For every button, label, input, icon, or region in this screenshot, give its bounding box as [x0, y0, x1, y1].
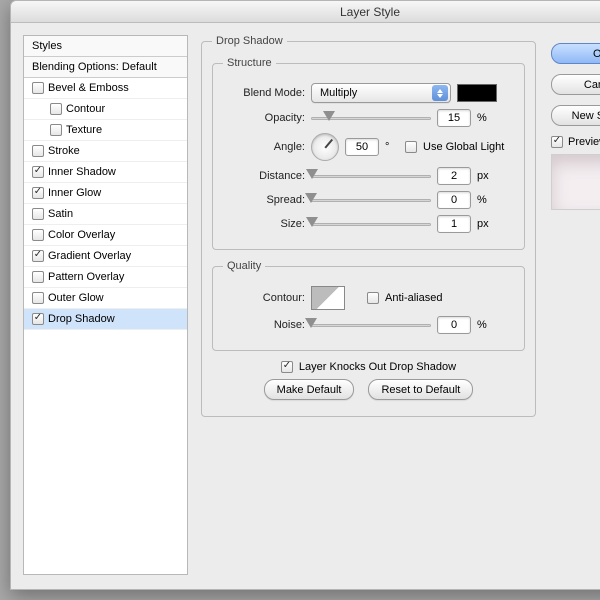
new-style-button[interactable]: New Style...: [551, 105, 600, 126]
sidebar-checkbox[interactable]: [50, 124, 62, 136]
quality-group: Quality Contour: Anti-aliased Noise: %: [212, 260, 525, 351]
sidebar-item-label: Inner Shadow: [48, 166, 116, 178]
sidebar-checkbox[interactable]: [50, 103, 62, 115]
sidebar-checkbox[interactable]: [32, 187, 44, 199]
sidebar-checkbox[interactable]: [32, 250, 44, 262]
distance-label: Distance:: [223, 170, 305, 182]
ok-button[interactable]: OK: [551, 43, 600, 64]
distance-input[interactable]: [437, 167, 471, 185]
sidebar-item-texture[interactable]: Texture: [24, 120, 187, 141]
angle-dial[interactable]: [311, 133, 339, 161]
sidebar-item-outer-glow[interactable]: Outer Glow: [24, 288, 187, 309]
noise-slider[interactable]: [311, 318, 431, 332]
sidebar-checkbox[interactable]: [32, 292, 44, 304]
size-label: Size:: [223, 218, 305, 230]
window-title: Layer Style: [340, 5, 400, 19]
shadow-color-swatch[interactable]: [457, 84, 497, 102]
sidebar-item-label: Drop Shadow: [48, 313, 115, 325]
opacity-slider[interactable]: [311, 111, 431, 125]
sidebar-checkbox[interactable]: [32, 166, 44, 178]
reset-default-button[interactable]: Reset to Default: [368, 379, 473, 400]
blend-mode-value: Multiply: [320, 87, 357, 99]
sidebar-item-label: Texture: [66, 124, 102, 136]
drop-shadow-group: Drop Shadow Structure Blend Mode: Multip…: [201, 35, 536, 417]
sidebar-checkbox[interactable]: [32, 82, 44, 94]
angle-unit: °: [385, 141, 399, 153]
sidebar-item-label: Contour: [66, 103, 105, 115]
size-unit: px: [477, 218, 491, 230]
sidebar-header-styles[interactable]: Styles: [24, 36, 187, 57]
sidebar-item-stroke[interactable]: Stroke: [24, 141, 187, 162]
size-slider[interactable]: [311, 217, 431, 231]
sidebar-checkbox[interactable]: [32, 145, 44, 157]
global-light-label: Use Global Light: [423, 141, 504, 153]
angle-input[interactable]: [345, 138, 379, 156]
sidebar-item-label: Pattern Overlay: [48, 271, 124, 283]
sidebar-item-bevel-emboss[interactable]: Bevel & Emboss: [24, 78, 187, 99]
structure-group: Structure Blend Mode: Multiply Opacity:: [212, 57, 525, 250]
sidebar-item-inner-glow[interactable]: Inner Glow: [24, 183, 187, 204]
title-bar: Layer Style: [11, 1, 600, 23]
global-light-checkbox[interactable]: [405, 141, 417, 153]
quality-legend: Quality: [223, 260, 265, 272]
knockout-label: Layer Knocks Out Drop Shadow: [299, 361, 456, 373]
sidebar-item-drop-shadow[interactable]: Drop Shadow: [24, 309, 187, 330]
opacity-label: Opacity:: [223, 112, 305, 124]
sidebar-item-label: Gradient Overlay: [48, 250, 131, 262]
spread-label: Spread:: [223, 194, 305, 206]
sidebar-checkbox[interactable]: [32, 208, 44, 220]
drop-shadow-legend: Drop Shadow: [212, 35, 287, 47]
blend-mode-label: Blend Mode:: [223, 87, 305, 99]
styles-sidebar: Styles Blending Options: Default Bevel &…: [23, 35, 188, 575]
sidebar-item-inner-shadow[interactable]: Inner Shadow: [24, 162, 187, 183]
sidebar-checkbox[interactable]: [32, 313, 44, 325]
spread-input[interactable]: [437, 191, 471, 209]
sidebar-checkbox[interactable]: [32, 229, 44, 241]
opacity-input[interactable]: [437, 109, 471, 127]
noise-input[interactable]: [437, 316, 471, 334]
distance-slider[interactable]: [311, 169, 431, 183]
antialiased-checkbox[interactable]: [367, 292, 379, 304]
select-arrows-icon: [432, 85, 448, 101]
blend-mode-select[interactable]: Multiply: [311, 83, 451, 103]
sidebar-item-label: Satin: [48, 208, 73, 220]
sidebar-checkbox[interactable]: [32, 271, 44, 283]
distance-unit: px: [477, 170, 491, 182]
preview-label: Preview: [568, 136, 600, 148]
structure-legend: Structure: [223, 57, 276, 69]
layer-style-dialog: Layer Style Styles Blending Options: Def…: [10, 0, 600, 590]
contour-picker[interactable]: [311, 286, 345, 310]
right-column: OK Cancel New Style... Preview: [551, 43, 600, 210]
spread-unit: %: [477, 194, 491, 206]
make-default-button[interactable]: Make Default: [264, 379, 355, 400]
preview-checkbox[interactable]: [551, 136, 563, 148]
sidebar-item-color-overlay[interactable]: Color Overlay: [24, 225, 187, 246]
preview-thumbnail: [551, 154, 600, 210]
knockout-checkbox[interactable]: [281, 361, 293, 373]
size-input[interactable]: [437, 215, 471, 233]
opacity-unit: %: [477, 112, 491, 124]
sidebar-item-label: Inner Glow: [48, 187, 101, 199]
sidebar-blending-options[interactable]: Blending Options: Default: [24, 57, 187, 78]
main-panel: Drop Shadow Structure Blend Mode: Multip…: [201, 35, 536, 575]
contour-label: Contour:: [223, 292, 305, 304]
sidebar-item-satin[interactable]: Satin: [24, 204, 187, 225]
angle-label: Angle:: [223, 141, 305, 153]
antialiased-label: Anti-aliased: [385, 292, 442, 304]
dialog-content: Styles Blending Options: Default Bevel &…: [11, 23, 600, 589]
sidebar-item-label: Stroke: [48, 145, 80, 157]
spread-slider[interactable]: [311, 193, 431, 207]
sidebar-item-pattern-overlay[interactable]: Pattern Overlay: [24, 267, 187, 288]
noise-unit: %: [477, 319, 491, 331]
sidebar-item-label: Bevel & Emboss: [48, 82, 129, 94]
sidebar-item-label: Color Overlay: [48, 229, 115, 241]
cancel-button[interactable]: Cancel: [551, 74, 600, 95]
sidebar-item-gradient-overlay[interactable]: Gradient Overlay: [24, 246, 187, 267]
sidebar-item-label: Outer Glow: [48, 292, 104, 304]
sidebar-item-contour[interactable]: Contour: [24, 99, 187, 120]
noise-label: Noise:: [223, 319, 305, 331]
